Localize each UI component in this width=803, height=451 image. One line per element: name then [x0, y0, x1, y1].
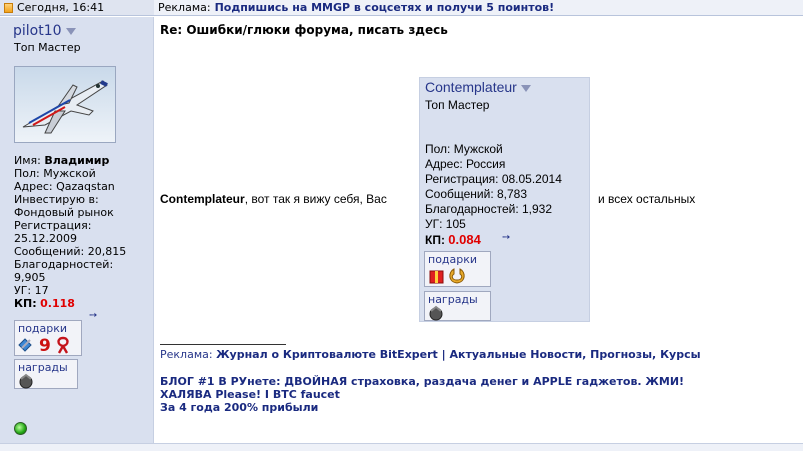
quoted-medal-icon — [429, 305, 443, 321]
quoted-ug: УГ: 105 — [425, 217, 466, 231]
quoted-username[interactable]: Contemplateur — [425, 79, 531, 95]
quoted-thanks: Благодарностей: 1,932 — [425, 202, 553, 216]
thanks-label: Благодарностей: — [14, 258, 114, 271]
invests-label: Инвестирую в: — [14, 193, 99, 206]
author-kp-value: 0.118 — [40, 297, 75, 310]
quoted-gifts-box[interactable]: подарки — [424, 251, 491, 287]
gifts-box[interactable]: подарки 9 — [14, 320, 82, 356]
signature-link-profit[interactable]: За 4 года 200% прибыли — [160, 401, 684, 414]
author-post-count: Сообщений: 20,815 — [14, 245, 127, 258]
author-reg-date: 25.12.2009 — [14, 232, 77, 245]
horseshoe-icon — [449, 268, 465, 284]
signature-link-blog[interactable]: БЛОГ #1 В РУнете: ДВОЙНАЯ страховка, раз… — [160, 375, 684, 388]
author-username-text[interactable]: pilot10 — [13, 23, 62, 39]
author-invests: Фондовый рынок — [14, 206, 114, 219]
jet-avatar-image — [22, 80, 108, 134]
post-title: Re: Ошибки/глюки форума, писать здесь — [160, 23, 448, 37]
post-text-after: и всех остальных — [598, 192, 696, 206]
post-icon — [4, 2, 13, 13]
quoted-gifts-title: подарки — [428, 253, 478, 266]
gifts-title: подарки — [18, 322, 68, 335]
quoted-user-card: Contemplateur Топ Мастер Пол: Мужской Ад… — [419, 77, 590, 322]
quoted-kp-arrow-icon[interactable]: ➙ — [502, 232, 510, 243]
quoted-gender: Пол: Мужской — [425, 142, 503, 156]
signature-ad-link[interactable]: Журнал о Криптовалюте BitExpert | Актуал… — [216, 348, 701, 361]
author-username[interactable]: pilot10 — [13, 23, 76, 39]
quoted-awards-box[interactable]: награды — [424, 291, 491, 321]
quoted-user-info: Пол: Мужской Адрес: Россия Регистрация: … — [425, 142, 562, 248]
post-text-before: Contemplateur, вот так я вижу себя, Вас — [160, 192, 387, 206]
ad-link[interactable]: Подпишись на MMGP в соцсетях и получи 5 … — [215, 1, 555, 14]
author-address: Адрес: Qazaqstan — [14, 180, 115, 193]
gift-icons: 9 — [18, 336, 69, 355]
quoted-posts: Сообщений: 8,783 — [425, 187, 528, 201]
ad-prefix: Реклама: — [158, 1, 211, 14]
author-ug: УГ: 17 — [14, 284, 49, 297]
post-date-cell: Сегодня, 16:41 — [0, 0, 154, 16]
post-date: Сегодня, 16:41 — [17, 1, 105, 14]
signature-links: БЛОГ #1 В РУнете: ДВОЙНАЯ страховка, раз… — [160, 375, 684, 414]
awards-title: награды — [18, 361, 68, 374]
quoted-kp-value: 0.084 — [448, 232, 481, 247]
kp-label: КП: — [14, 297, 37, 310]
quoted-address: Адрес: Россия — [425, 157, 506, 171]
awards-box[interactable]: награды — [14, 359, 78, 389]
quoted-kp-label: КП: — [425, 233, 445, 247]
author-thanks: 9,905 — [14, 271, 46, 284]
user-menu-dropdown-icon[interactable] — [65, 27, 76, 35]
quoted-reg: Регистрация: 08.05.2014 — [425, 172, 562, 186]
quoted-username-text[interactable]: Contemplateur — [425, 79, 517, 95]
online-status-icon — [14, 422, 27, 435]
quoted-awards-title: награды — [428, 293, 478, 306]
avatar[interactable] — [14, 66, 116, 143]
mentioned-user: Contemplateur — [160, 192, 245, 206]
kp-arrow-icon[interactable]: ➙ — [89, 310, 97, 321]
signature-ad-label: Реклама: — [160, 348, 213, 361]
signature-ad: Реклама: Журнал о Криптовалюте BitExpert… — [160, 348, 701, 361]
author-gender: Пол: Мужской — [14, 167, 96, 180]
post-text-before-rest: , вот так я вижу себя, Вас — [244, 192, 387, 206]
author-real-name: Владимир — [44, 154, 110, 167]
quoted-user-dropdown-icon[interactable] — [520, 84, 531, 92]
ribbon-gift-icon — [57, 336, 69, 354]
post-header-bar: Сегодня, 16:41 Реклама: Подпишись на MMG… — [0, 0, 803, 16]
name-label: Имя: — [14, 154, 41, 167]
author-info: Имя: Владимир Пол: Мужской Адрес: Qazaqs… — [14, 154, 126, 310]
medal-award-icon — [19, 373, 33, 389]
quoted-rank: Топ Мастер — [425, 98, 490, 112]
signature-link-faucet[interactable]: ХАЛЯВА Please! I BTC faucet — [160, 388, 684, 401]
author-rank: Топ Мастер — [14, 41, 81, 54]
number-nine-gift-icon: 9 — [39, 336, 51, 355]
reg-label: Регистрация: — [14, 219, 92, 232]
signature-separator — [160, 344, 286, 345]
author-panel: pilot10 Топ Мастер Имя: Владимир Пол: Му… — [0, 17, 154, 443]
quoted-gift-icons — [429, 268, 465, 284]
ad-cell: Реклама: Подпишись на MMGP в соцсетях и … — [154, 0, 803, 16]
